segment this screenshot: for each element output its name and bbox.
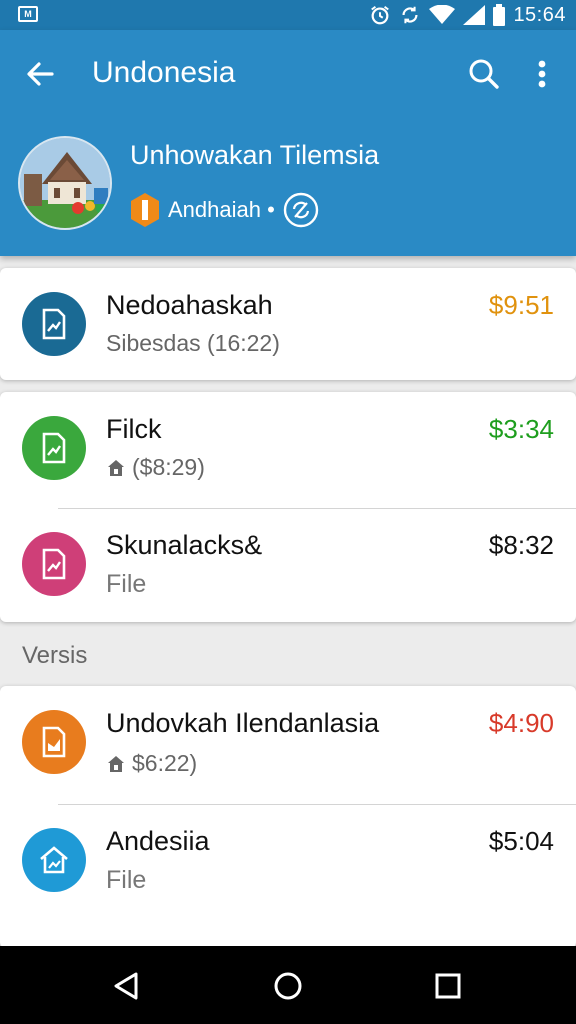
row-price: $4:90 <box>488 708 554 738</box>
row-title: Filck <box>106 414 162 444</box>
file-home-icon <box>22 828 86 892</box>
row-subtitle: Sibesdas (16:22) <box>106 330 280 356</box>
signal-icon <box>463 5 486 25</box>
file-card: Undovkah Ilendanlasia $6:22) $4:90 Andes… <box>0 686 576 948</box>
nav-back-button[interactable] <box>106 966 146 1006</box>
nav-home-button[interactable] <box>268 966 308 1006</box>
file-doc-icon <box>22 710 86 774</box>
battery-icon <box>493 4 506 26</box>
file-chart-icon <box>22 532 86 596</box>
back-button[interactable] <box>20 54 60 94</box>
nav-recents-icon <box>435 973 461 999</box>
row-subtitle-wrap: ($8:29) <box>106 454 205 481</box>
gallery-icon: M <box>18 6 38 22</box>
file-chart-icon <box>22 416 86 480</box>
profile-meta-label: Andhaiah • <box>168 197 275 222</box>
more-vert-icon <box>538 60 546 88</box>
avatar[interactable] <box>18 136 112 230</box>
nav-home-icon <box>274 972 302 1000</box>
file-card: Filck ($8:29) $3:34 Skunalacks& File $8:… <box>0 392 576 622</box>
row-title: Nedoahaskah <box>106 290 273 320</box>
search-icon <box>469 59 499 89</box>
system-nav-bar <box>0 946 576 1024</box>
nav-recents-button[interactable] <box>428 966 468 1006</box>
row-price: $9:51 <box>488 290 554 320</box>
toolbar-title: Undonesia <box>92 56 236 89</box>
row-price: $3:34 <box>488 414 554 444</box>
list-item[interactable]: Nedoahaskah Sibesdas (16:22) $9:51 <box>0 268 576 380</box>
row-subtitle-wrap: $6:22) <box>106 750 197 777</box>
back-arrow-icon <box>27 62 54 86</box>
avatar-image <box>20 138 110 228</box>
home-lock-icon <box>108 755 124 772</box>
row-subtitle: $6:22) <box>132 750 198 776</box>
nav-back-icon <box>114 972 138 1000</box>
app-bar: Undonesia Unhowakan Tilemsia Andhaiah • <box>0 30 576 256</box>
row-price: $8:32 <box>488 530 554 560</box>
home-lock-icon <box>108 459 124 476</box>
profile-meta: Andhaiah • <box>130 192 319 228</box>
status-icons: 15:64 <box>369 3 566 27</box>
sync-circle-icon[interactable] <box>283 192 319 228</box>
section-header: Versis <box>22 642 88 669</box>
row-title: Skunalacks& <box>106 530 263 560</box>
more-options-button[interactable] <box>526 54 558 94</box>
row-price: $5:04 <box>488 826 554 856</box>
file-card: Nedoahaskah Sibesdas (16:22) $9:51 <box>0 268 576 380</box>
search-button[interactable] <box>464 54 504 94</box>
row-title: Undovkah Ilendanlasia <box>106 708 380 738</box>
row-title: Andesiia <box>106 826 210 856</box>
list-item[interactable]: Andesiia File $5:04 <box>0 804 576 928</box>
wifi-icon <box>429 5 456 24</box>
row-subtitle: File <box>106 866 147 894</box>
list-item[interactable]: Filck ($8:29) $3:34 <box>0 392 576 508</box>
profile-name: Unhowakan Tilemsia <box>130 140 380 170</box>
list-item[interactable]: Skunalacks& File $8:32 <box>0 508 576 622</box>
alarm-icon <box>371 5 390 25</box>
file-chart-icon <box>22 292 86 356</box>
hexagon-badge-icon <box>131 193 159 227</box>
row-subtitle: File <box>106 570 147 598</box>
list-item[interactable]: Undovkah Ilendanlasia $6:22) $4:90 <box>0 686 576 804</box>
sync-icon <box>402 6 418 24</box>
row-subtitle: ($8:29) <box>132 454 205 480</box>
status-time: 15:64 <box>513 3 566 26</box>
status-bar: M 15:64 <box>0 0 576 30</box>
